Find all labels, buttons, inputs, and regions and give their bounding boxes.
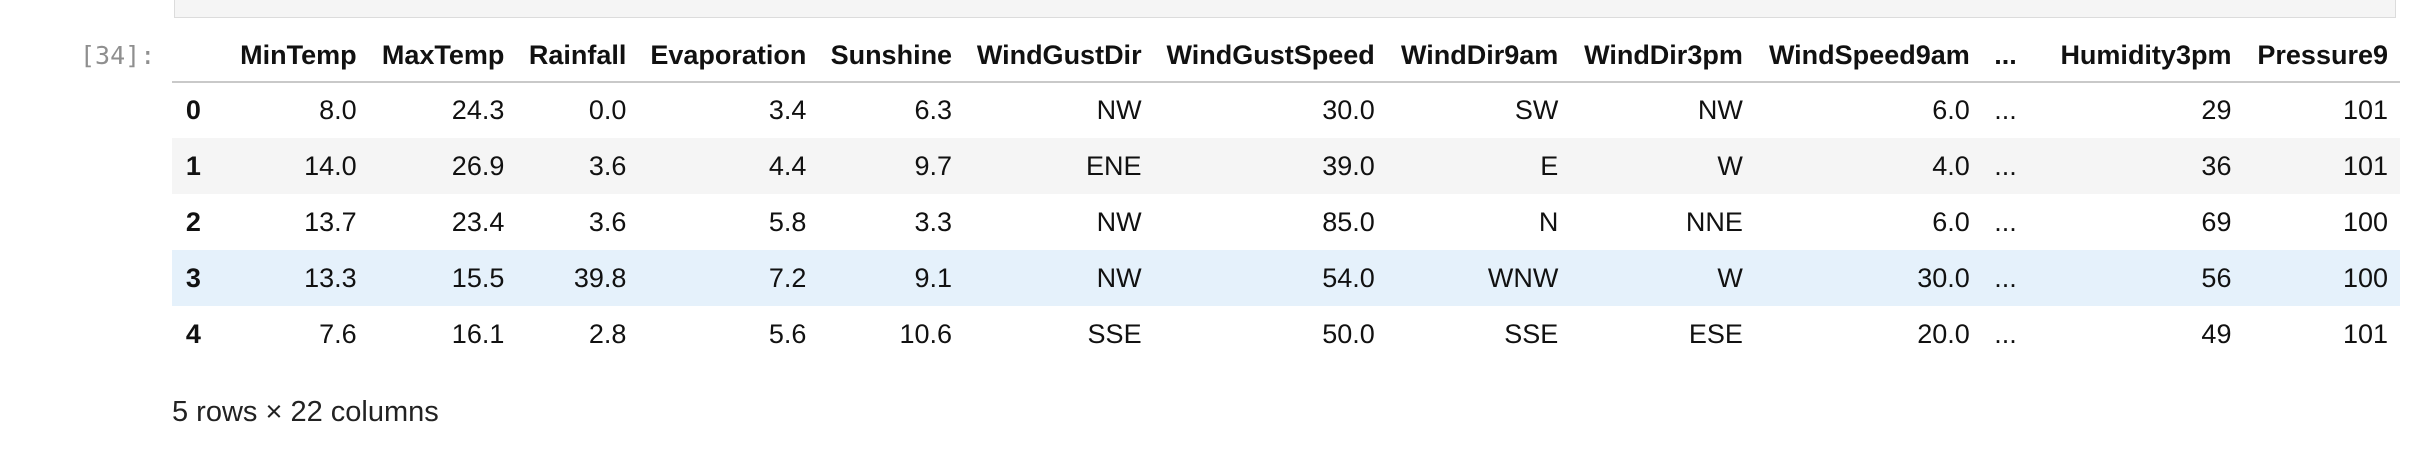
table-cell: 85.0 bbox=[1322, 206, 1375, 237]
table-cell: 39.8 bbox=[573, 262, 627, 293]
table-cell: 20.0 bbox=[1917, 318, 1970, 349]
table-row: 1 14.0 26.9 3.6 4.4 9.7 ENE 39.0 E W 4.0… bbox=[172, 138, 2400, 194]
table-cell: 50.0 bbox=[1322, 318, 1375, 349]
table-cell: 39.0 bbox=[1322, 150, 1375, 181]
table-cell: SSE bbox=[1504, 318, 1559, 349]
table-cell: N bbox=[1538, 206, 1559, 237]
column-header: WindSpeed9am bbox=[1754, 30, 1982, 83]
table-cell: NW bbox=[1096, 206, 1142, 237]
table-row: 4 7.6 16.1 2.8 5.6 10.6 SSE 50.0 SSE ESE… bbox=[172, 306, 2400, 362]
ellipsis-cell: ... bbox=[1994, 262, 2017, 293]
table-cell: 6.3 bbox=[914, 95, 953, 125]
column-header: WindDir9am bbox=[1386, 30, 1571, 83]
table-cell: NW bbox=[1096, 262, 1142, 293]
table-cell: ESE bbox=[1688, 318, 1743, 349]
table-cell: 56 bbox=[2201, 262, 2232, 293]
column-header: WindGustDir bbox=[964, 30, 1154, 83]
table-cell: 54.0 bbox=[1322, 262, 1375, 293]
table-cell: 29 bbox=[2201, 95, 2232, 125]
table-cell: 36 bbox=[2201, 150, 2232, 181]
table-cell: 30.0 bbox=[1322, 95, 1375, 125]
table-cell: ENE bbox=[1086, 150, 1142, 181]
ellipsis-cell: ... bbox=[1994, 95, 2017, 125]
table-cell: 101 bbox=[2342, 318, 2388, 349]
index-header bbox=[172, 30, 215, 83]
table-cell: 15.5 bbox=[451, 262, 505, 293]
table-cell: 14.0 bbox=[304, 150, 357, 181]
table-cell: 5.6 bbox=[768, 318, 807, 349]
previous-code-cell[interactable]: _ bbox=[174, 0, 2396, 18]
table-cell: 100 bbox=[2342, 262, 2388, 293]
table-cell: 24.3 bbox=[451, 95, 505, 125]
table-cell: 3.3 bbox=[914, 206, 953, 237]
table-cell: 10.6 bbox=[899, 318, 953, 349]
table-cell: 6.0 bbox=[1932, 206, 1970, 237]
table-cell: 49 bbox=[2201, 318, 2232, 349]
table-cell: 30.0 bbox=[1917, 262, 1970, 293]
table-cell: 23.4 bbox=[451, 206, 505, 237]
ellipsis-cell: ... bbox=[1994, 150, 2017, 181]
table-cell: NW bbox=[1096, 95, 1142, 125]
table-cell: 9.1 bbox=[914, 262, 953, 293]
table-cell: 69 bbox=[2201, 206, 2232, 237]
table-cell: 3.6 bbox=[588, 150, 627, 181]
table-cell: 101 bbox=[2342, 150, 2388, 181]
table-cell: 26.9 bbox=[451, 150, 505, 181]
column-header: Humidity3pm bbox=[2028, 30, 2244, 83]
table-cell: SW bbox=[1514, 95, 1559, 125]
table-cell: W bbox=[1717, 150, 1743, 181]
row-index: 4 bbox=[185, 318, 201, 349]
column-header: Pressure9 bbox=[2243, 30, 2400, 83]
dataframe-table: MinTemp MaxTemp Rainfall Evaporation Sun… bbox=[172, 30, 2400, 362]
cell-output: MinTemp MaxTemp Rainfall Evaporation Sun… bbox=[172, 30, 2400, 450]
column-header: Rainfall bbox=[516, 30, 639, 83]
column-header: WindGustSpeed bbox=[1153, 30, 1387, 83]
table-cell: 2.8 bbox=[588, 318, 627, 349]
table-cell: SSE bbox=[1087, 318, 1142, 349]
execution-count-prompt: [34]: bbox=[80, 41, 156, 70]
row-index: 3 bbox=[185, 262, 201, 293]
header-row: MinTemp MaxTemp Rainfall Evaporation Sun… bbox=[172, 30, 2400, 83]
table-cell: NNE bbox=[1685, 206, 1743, 237]
table-cell: 16.1 bbox=[451, 318, 505, 349]
table-cell: 4.0 bbox=[1932, 150, 1970, 181]
table-cell: 0.0 bbox=[588, 95, 627, 125]
row-index: 2 bbox=[185, 206, 201, 237]
table-cell: 8.0 bbox=[319, 95, 357, 125]
table-cell: 7.6 bbox=[319, 318, 357, 349]
column-header: Sunshine bbox=[818, 30, 965, 83]
column-header: Evaporation bbox=[638, 30, 819, 83]
table-cell: 6.0 bbox=[1932, 95, 1970, 125]
table-row: 2 13.7 23.4 3.6 5.8 3.3 NW 85.0 N NNE 6.… bbox=[172, 194, 2400, 250]
table-cell: 5.8 bbox=[768, 206, 807, 237]
table-cell: 100 bbox=[2342, 206, 2388, 237]
dataframe-shape-summary: 5 rows × 22 columns bbox=[172, 396, 439, 428]
table-cell: 9.7 bbox=[914, 150, 953, 181]
column-ellipsis-header: ... bbox=[1981, 30, 2029, 83]
ellipsis-cell: ... bbox=[1994, 206, 2017, 237]
table-row: 3 13.3 15.5 39.8 7.2 9.1 NW 54.0 WNW W 3… bbox=[172, 250, 2400, 306]
row-index: 1 bbox=[185, 150, 201, 181]
column-header: MaxTemp bbox=[368, 30, 517, 83]
table-cell: 3.6 bbox=[588, 206, 627, 237]
column-header: MinTemp bbox=[214, 30, 369, 83]
table-cell: 7.2 bbox=[768, 262, 807, 293]
table-cell: 3.4 bbox=[768, 95, 807, 125]
table-cell: WNW bbox=[1487, 262, 1559, 293]
table-cell: 101 bbox=[2342, 95, 2388, 125]
table-cell: 13.7 bbox=[304, 206, 357, 237]
ellipsis-cell: ... bbox=[1994, 318, 2017, 349]
table-cell: 13.3 bbox=[304, 262, 357, 293]
table-cell: E bbox=[1540, 150, 1559, 181]
table-cell: 4.4 bbox=[768, 150, 807, 181]
table-row: 0 8.0 24.3 0.0 3.4 6.3 NW 30.0 SW NW 6.0… bbox=[172, 82, 2400, 138]
table-cell: W bbox=[1717, 262, 1743, 293]
row-index: 0 bbox=[185, 95, 201, 125]
previous-code-fragment: _ bbox=[225, 0, 335, 4]
table-cell: NW bbox=[1697, 95, 1743, 125]
column-header: WindDir3pm bbox=[1570, 30, 1755, 83]
